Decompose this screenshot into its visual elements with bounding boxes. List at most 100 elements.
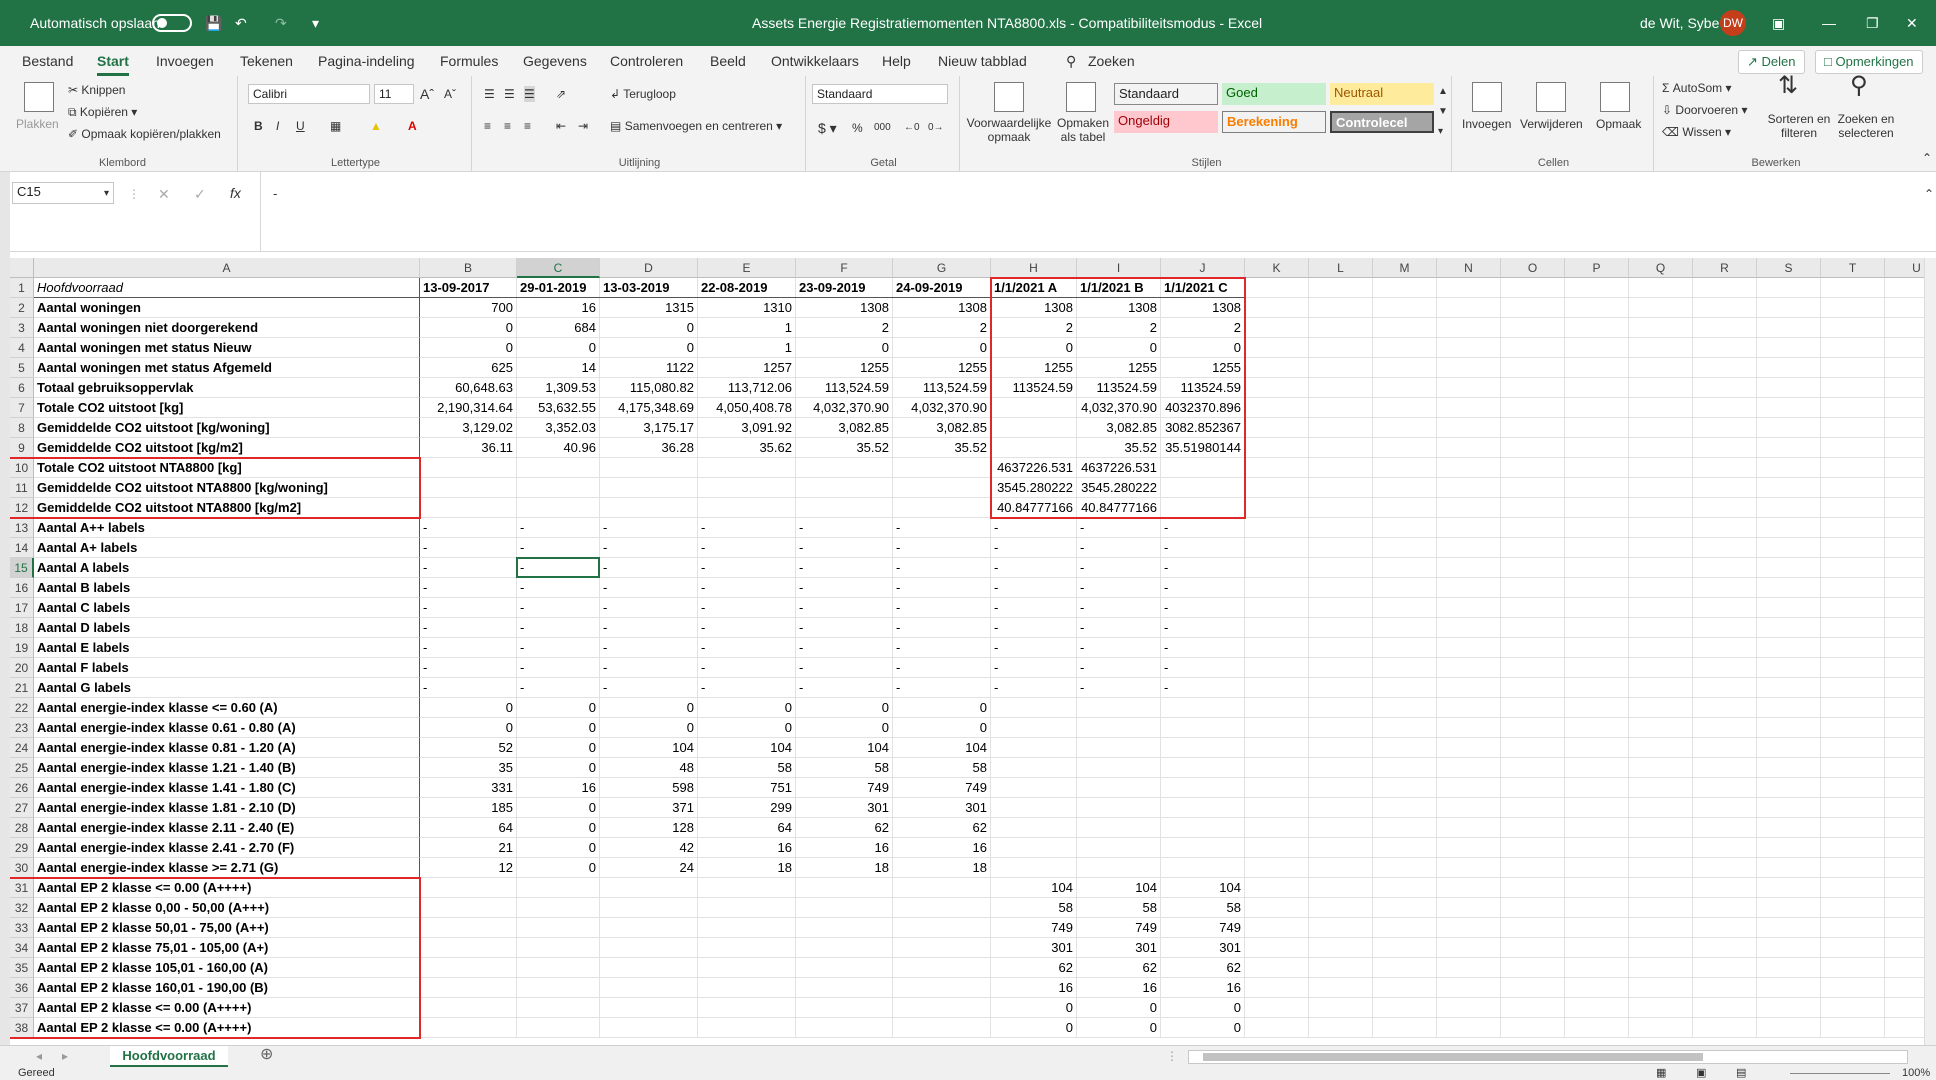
cell-m10[interactable]	[1373, 458, 1437, 478]
cell-k5[interactable]	[1245, 358, 1309, 378]
cell-m32[interactable]	[1373, 898, 1437, 918]
cell-k9[interactable]	[1245, 438, 1309, 458]
cell-l5[interactable]	[1309, 358, 1373, 378]
cell-p13[interactable]	[1565, 518, 1629, 538]
cell-n7[interactable]	[1437, 398, 1501, 418]
cell-g4[interactable]: 0	[893, 338, 991, 358]
cell-p20[interactable]	[1565, 658, 1629, 678]
cell-m9[interactable]	[1373, 438, 1437, 458]
cell-b23[interactable]: 0	[420, 718, 517, 738]
cell-g38[interactable]	[893, 1018, 991, 1038]
cell-k32[interactable]	[1245, 898, 1309, 918]
cell-o1[interactable]	[1501, 278, 1565, 298]
cell-s8[interactable]	[1757, 418, 1821, 438]
borders-icon[interactable]: ▦	[330, 118, 341, 134]
cell-s19[interactable]	[1757, 638, 1821, 658]
cell-i35[interactable]: 62	[1077, 958, 1161, 978]
row-header-30[interactable]: 30	[10, 858, 34, 878]
cell-t5[interactable]	[1821, 358, 1885, 378]
cell-r14[interactable]	[1693, 538, 1757, 558]
cell-c14[interactable]: -	[517, 538, 600, 558]
page-layout-view-icon[interactable]: ▣	[1696, 1067, 1706, 1080]
cell-q37[interactable]	[1629, 998, 1693, 1018]
cell-e1[interactable]: 22-08-2019	[698, 278, 796, 298]
cell-k38[interactable]	[1245, 1018, 1309, 1038]
cell-c37[interactable]	[517, 998, 600, 1018]
cell-i33[interactable]: 749	[1077, 918, 1161, 938]
cell-e34[interactable]	[698, 938, 796, 958]
cell-r38[interactable]	[1693, 1018, 1757, 1038]
cell-h23[interactable]	[991, 718, 1077, 738]
tab-controleren[interactable]: Controleren	[610, 46, 683, 76]
cell-u5[interactable]	[1885, 358, 1924, 378]
row-header-23[interactable]: 23	[10, 718, 34, 738]
cell-f26[interactable]: 749	[796, 778, 893, 798]
cell-g31[interactable]	[893, 878, 991, 898]
cell-b14[interactable]: -	[420, 538, 517, 558]
cell-e16[interactable]: -	[698, 578, 796, 598]
cell-u17[interactable]	[1885, 598, 1924, 618]
currency-icon[interactable]: $ ▾	[818, 120, 837, 136]
cell-c12[interactable]	[517, 498, 600, 518]
cell-f4[interactable]: 0	[796, 338, 893, 358]
cell-i5[interactable]: 1255	[1077, 358, 1161, 378]
cell-m2[interactable]	[1373, 298, 1437, 318]
cell-g13[interactable]: -	[893, 518, 991, 538]
cell-p12[interactable]	[1565, 498, 1629, 518]
cell-r7[interactable]	[1693, 398, 1757, 418]
cell-q14[interactable]	[1629, 538, 1693, 558]
cell-c34[interactable]	[517, 938, 600, 958]
cell-s11[interactable]	[1757, 478, 1821, 498]
row-header-34[interactable]: 34	[10, 938, 34, 958]
cell-s5[interactable]	[1757, 358, 1821, 378]
cell-i27[interactable]	[1077, 798, 1161, 818]
cell-p16[interactable]	[1565, 578, 1629, 598]
cell-i11[interactable]: 3545.280222	[1077, 478, 1161, 498]
cell-f17[interactable]: -	[796, 598, 893, 618]
zoom-slider[interactable]	[1790, 1073, 1890, 1074]
cell-d7[interactable]: 4,175,348.69	[600, 398, 698, 418]
cell-s23[interactable]	[1757, 718, 1821, 738]
cell-l11[interactable]	[1309, 478, 1373, 498]
cell-u33[interactable]	[1885, 918, 1924, 938]
cell-h3[interactable]: 2	[991, 318, 1077, 338]
cell-d5[interactable]: 1122	[600, 358, 698, 378]
cell-c24[interactable]: 0	[517, 738, 600, 758]
cell-a36[interactable]: Aantal EP 2 klasse 160,01 - 190,00 (B)	[34, 978, 420, 998]
cell-d16[interactable]: -	[600, 578, 698, 598]
cell-g35[interactable]	[893, 958, 991, 978]
row-header-10[interactable]: 10	[10, 458, 34, 478]
cell-o5[interactable]	[1501, 358, 1565, 378]
cell-n19[interactable]	[1437, 638, 1501, 658]
cell-p18[interactable]	[1565, 618, 1629, 638]
cell-f12[interactable]	[796, 498, 893, 518]
cell-e22[interactable]: 0	[698, 698, 796, 718]
cell-b2[interactable]: 700	[420, 298, 517, 318]
cell-r12[interactable]	[1693, 498, 1757, 518]
cell-m19[interactable]	[1373, 638, 1437, 658]
cell-u38[interactable]	[1885, 1018, 1924, 1038]
cell-s38[interactable]	[1757, 1018, 1821, 1038]
cell-k12[interactable]	[1245, 498, 1309, 518]
cell-s37[interactable]	[1757, 998, 1821, 1018]
cell-s34[interactable]	[1757, 938, 1821, 958]
cell-p24[interactable]	[1565, 738, 1629, 758]
cell-t16[interactable]	[1821, 578, 1885, 598]
column-header-m[interactable]: M	[1373, 258, 1437, 278]
cell-p27[interactable]	[1565, 798, 1629, 818]
cell-g12[interactable]	[893, 498, 991, 518]
cell-d37[interactable]	[600, 998, 698, 1018]
cell-n30[interactable]	[1437, 858, 1501, 878]
cell-o7[interactable]	[1501, 398, 1565, 418]
cell-i8[interactable]: 3,082.85	[1077, 418, 1161, 438]
cell-a29[interactable]: Aantal energie-index klasse 2.41 - 2.70 …	[34, 838, 420, 858]
cell-e20[interactable]: -	[698, 658, 796, 678]
cell-q27[interactable]	[1629, 798, 1693, 818]
cell-d31[interactable]	[600, 878, 698, 898]
cell-h27[interactable]	[991, 798, 1077, 818]
cell-n35[interactable]	[1437, 958, 1501, 978]
cell-j27[interactable]	[1161, 798, 1245, 818]
cell-o3[interactable]	[1501, 318, 1565, 338]
cell-t10[interactable]	[1821, 458, 1885, 478]
cell-l2[interactable]	[1309, 298, 1373, 318]
